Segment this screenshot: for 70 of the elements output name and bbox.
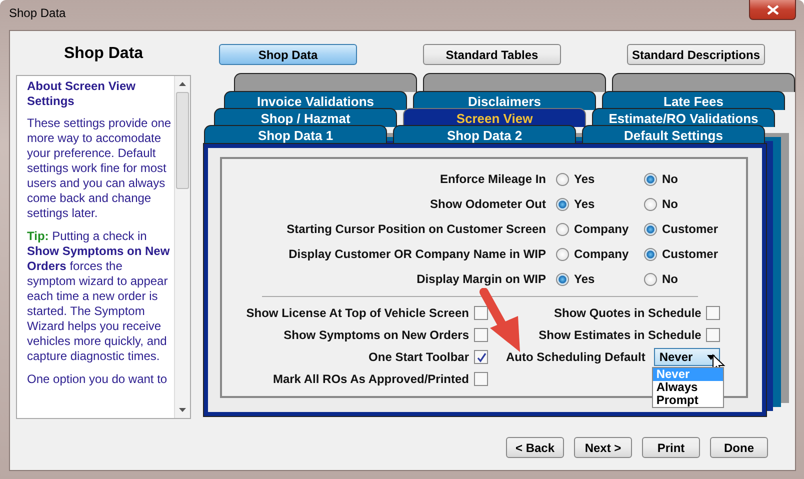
dropdown-option[interactable]: Prompt	[653, 394, 724, 407]
help-paragraph: Tip: Putting a check in Show Symptoms on New Orders forces the symptom wizard to appear each time a new order is started. The Symptom Wizard helps you receive vehicles more quickly, and capture diagnostic times.	[27, 229, 171, 364]
scroll-up-icon[interactable]	[179, 82, 186, 86]
toolbar-button[interactable]: Standard Tables	[423, 44, 561, 65]
tab[interactable]: Disclaimers	[413, 91, 596, 110]
tab[interactable]: Shop / Hazmat	[214, 108, 397, 127]
dropdown[interactable]: Never	[654, 348, 720, 366]
checkbox-label: Mark All ROs As Approved/Printed	[272, 372, 469, 386]
checkbox-label: Show Estimates in Schedule	[538, 328, 702, 342]
radio-option[interactable]: No	[644, 194, 734, 214]
tab[interactable]: Invoice Validations	[224, 91, 407, 110]
checkbox[interactable]	[706, 328, 720, 342]
toolbar-button[interactable]: Shop Data	[219, 44, 357, 65]
radio-button[interactable]	[556, 198, 569, 210]
radio-option[interactable]: Company	[556, 219, 644, 239]
radio-option[interactable]: Yes	[556, 194, 644, 214]
radio-option[interactable]: Company	[556, 244, 644, 264]
dropdown-option[interactable]: Always	[653, 381, 724, 394]
tab[interactable]: Estimate/RO Validations	[592, 108, 775, 127]
dropdown-label: Auto Scheduling Default	[506, 350, 646, 364]
checkbox[interactable]	[474, 350, 488, 364]
tab[interactable]: Default Settings	[582, 125, 765, 144]
radio-button[interactable]	[644, 172, 657, 186]
setting-label: Show Odometer Out	[428, 197, 547, 211]
radio-option[interactable]: Customer	[644, 219, 734, 239]
checkbox-label: One Start Toolbar	[368, 350, 469, 364]
dialog-button[interactable]: < Back	[506, 437, 564, 458]
help-heading: About Screen View Settings	[27, 79, 136, 109]
window-title: Shop Data	[9, 6, 66, 20]
tab[interactable]: Late Fees	[602, 91, 785, 110]
radio-button[interactable]	[644, 198, 657, 210]
radio-button[interactable]	[644, 248, 657, 260]
scroll-thumb[interactable]	[176, 92, 189, 189]
checkbox-label: Show Symptoms on New Orders	[284, 328, 469, 342]
close-icon	[766, 4, 778, 14]
tab[interactable]: Screen View	[403, 108, 586, 127]
scrollbar[interactable]	[174, 76, 190, 418]
radio-option[interactable]: No	[644, 269, 734, 289]
checkbox[interactable]	[474, 372, 488, 386]
close-button[interactable]	[749, 0, 796, 20]
radio-button[interactable]	[644, 272, 657, 286]
toolbar-button[interactable]: Standard Descriptions	[627, 44, 765, 65]
setting-label: Display Margin on WIP	[416, 272, 547, 286]
checkbox-label: Show Quotes in Schedule	[554, 306, 702, 320]
radio-option[interactable]: Customer	[644, 244, 734, 264]
radio-button[interactable]	[644, 222, 657, 236]
scroll-down-icon[interactable]	[179, 408, 186, 412]
dialog-button[interactable]: Next >	[574, 437, 632, 458]
help-paragraph: These settings provide one more way to accomodate your preference. Default settings work fine for most users and you can always come back and change settings later.	[27, 116, 172, 221]
dialog-button[interactable]: Done	[710, 437, 768, 458]
tab[interactable]: Shop Data 1	[204, 125, 387, 144]
radio-option[interactable]: No	[644, 169, 734, 189]
radio-button[interactable]	[556, 222, 569, 236]
radio-button[interactable]	[556, 272, 569, 286]
checkmark-icon	[476, 352, 486, 362]
tab[interactable]: Shop Data 2	[393, 125, 576, 144]
radio-button[interactable]	[556, 248, 569, 260]
dialog-button[interactable]: Print	[642, 437, 700, 458]
checkbox[interactable]	[474, 306, 488, 320]
radio-option[interactable]: Yes	[556, 269, 644, 289]
setting-label: Starting Cursor Position on Customer Screen	[286, 222, 547, 236]
setting-label: Enforce Mileage In	[438, 172, 547, 186]
checkbox[interactable]	[474, 328, 488, 342]
checkbox-label: Show License At Top of Vehicle Screen	[246, 306, 469, 320]
sidebar-title: Shop Data	[62, 45, 144, 63]
radio-option[interactable]: Yes	[556, 169, 644, 189]
help-paragraph: One option you do want to	[27, 372, 168, 387]
setting-label: Display Customer OR Company Name in WIP	[288, 247, 547, 261]
radio-button[interactable]	[556, 172, 569, 186]
checkbox[interactable]	[706, 306, 720, 320]
